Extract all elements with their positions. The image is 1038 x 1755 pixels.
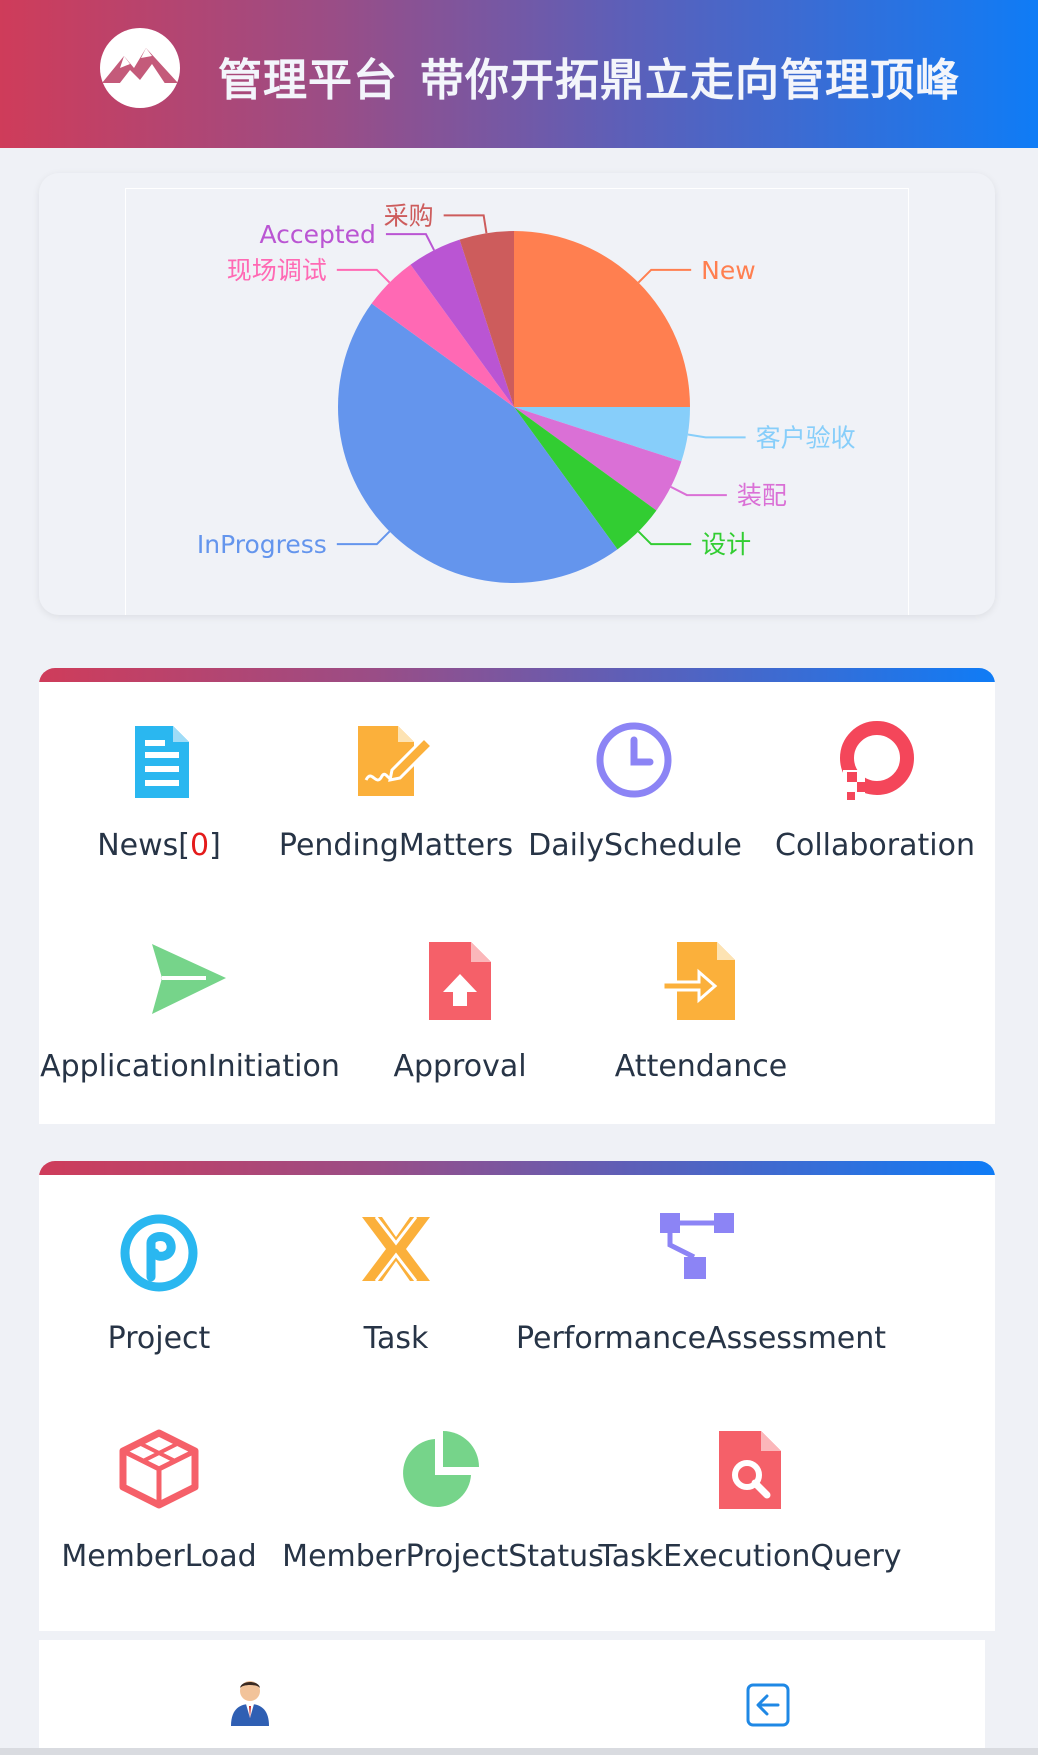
debian-swirl-icon bbox=[840, 721, 914, 800]
pie-label-line bbox=[336, 268, 391, 284]
app-header: 管理平台 带你开拓鼎立走向管理顶峰 bbox=[0, 0, 1038, 148]
panel-gradient-bar bbox=[39, 668, 995, 682]
status-pie-chart: New 客户验收装配设计 InProgress 现场调试 Accepted 采购 bbox=[197, 201, 856, 583]
tile-collaboration-label: Collaboration bbox=[775, 828, 975, 863]
file-import-icon bbox=[661, 942, 735, 1020]
news-count-badge: 0 bbox=[189, 828, 210, 863]
pie-slice-label: 设计 bbox=[701, 530, 751, 559]
user-avatar-icon[interactable] bbox=[229, 1678, 271, 1726]
pie-slice-label: 客户验收 bbox=[756, 423, 856, 452]
project-panel: Project Task PerformanceAssessment Membe… bbox=[39, 1161, 995, 1631]
panel-gradient-bar bbox=[39, 1161, 995, 1175]
tile-pending-matters-label: PendingMatters bbox=[278, 828, 514, 863]
pie-label-line bbox=[637, 268, 692, 284]
tile-news-label: News[0] bbox=[97, 828, 221, 863]
status-chart-card: New 客户验收装配设计 InProgress 现场调试 Accepted 采购 bbox=[39, 173, 995, 615]
pie-slice-label: 装配 bbox=[737, 481, 787, 510]
tile-member-project-status-label: MemberProjectStatus bbox=[282, 1539, 604, 1574]
project-p-icon bbox=[120, 1214, 198, 1292]
pie-label-line bbox=[336, 530, 391, 546]
tile-task-label: Task bbox=[363, 1321, 429, 1356]
pie-slice-label: 现场调试 bbox=[227, 256, 327, 285]
tile-attendance-label: Attendance bbox=[614, 1049, 788, 1084]
mountain-logo-icon bbox=[100, 28, 180, 108]
box-3d-icon bbox=[119, 1429, 199, 1509]
cross-task-icon bbox=[362, 1216, 430, 1282]
tile-performance-assessment-label: PerformanceAssessment bbox=[515, 1321, 887, 1356]
tile-daily-schedule-label: DailySchedule bbox=[528, 828, 742, 863]
clock-icon bbox=[596, 722, 672, 798]
tile-member-load-label: MemberLoad bbox=[61, 1539, 257, 1574]
app-slogan: 带你开拓鼎立走向管理顶峰 bbox=[420, 55, 960, 106]
tile-task-execution-query-label: TaskExecutionQuery bbox=[598, 1539, 902, 1574]
app-title: 管理平台 bbox=[218, 55, 398, 106]
tile-approval-label: Approval bbox=[393, 1049, 527, 1084]
pie-label-line bbox=[637, 530, 692, 546]
bottom-nav bbox=[39, 1640, 985, 1750]
file-search-icon bbox=[719, 1431, 781, 1509]
pie-label-line bbox=[385, 233, 435, 251]
chart-frame: New 客户验收装配设计 InProgress 现场调试 Accepted 采购 bbox=[125, 188, 909, 615]
office-panel: News[0] PendingMatters DailySchedule Col… bbox=[39, 668, 995, 1124]
pie-slice[interactable] bbox=[514, 231, 690, 407]
pie-slice-label: 采购 bbox=[384, 201, 434, 230]
pie-slice-label: InProgress bbox=[197, 530, 327, 559]
pie-label-line bbox=[443, 214, 488, 234]
logout-icon[interactable] bbox=[745, 1682, 791, 1728]
file-upload-icon bbox=[429, 942, 491, 1020]
document-icon bbox=[135, 726, 189, 798]
bottom-divider bbox=[0, 1748, 1038, 1755]
signature-file-icon bbox=[358, 726, 435, 796]
tile-application-initiation-label: ApplicationInitiation bbox=[40, 1049, 340, 1084]
pie-slice-label: Accepted bbox=[259, 220, 375, 249]
pie-slice-label: New bbox=[701, 256, 756, 285]
pie-label-line bbox=[687, 433, 746, 439]
send-icon bbox=[152, 944, 226, 1014]
tile-project-label: Project bbox=[107, 1321, 211, 1356]
hierarchy-icon bbox=[660, 1213, 734, 1279]
pie-icon bbox=[403, 1431, 479, 1507]
pie-label-line bbox=[670, 486, 727, 497]
